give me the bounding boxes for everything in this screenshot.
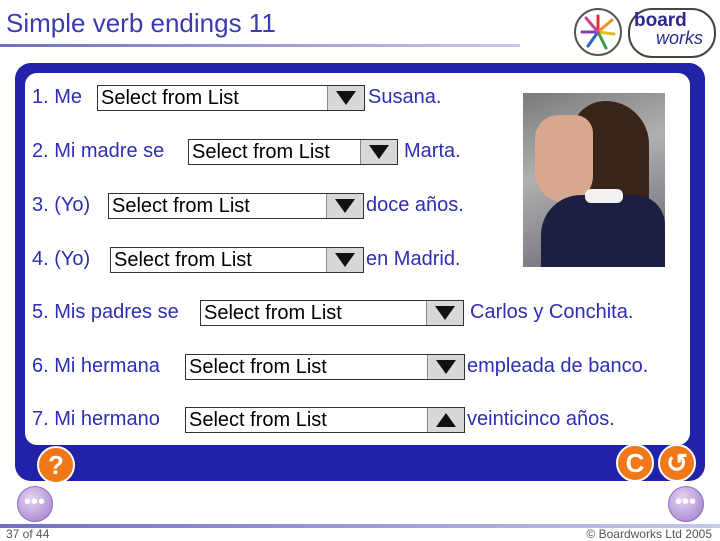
logo-text-works: works	[656, 28, 704, 48]
undo-button[interactable]: ↺	[658, 444, 696, 482]
dropdown-value: Select from List	[189, 409, 327, 431]
question-1-suffix: Susana.	[368, 86, 442, 108]
title-divider	[0, 44, 520, 47]
dropdown-value: Select from List	[189, 356, 327, 378]
boardworks-logo: board works	[572, 6, 716, 60]
page-number: 37 of 44	[6, 527, 50, 541]
dropdown-arrow-button[interactable]	[427, 355, 464, 379]
clear-button[interactable]: C	[616, 444, 654, 482]
triangle-down-icon	[335, 199, 355, 213]
next-slide-icon: •••	[675, 491, 697, 513]
question-6-suffix: empleada de banco.	[467, 355, 649, 377]
question-7-dropdown[interactable]: Select from List	[185, 407, 465, 433]
triangle-down-icon	[335, 253, 355, 267]
dropdown-value: Select from List	[192, 141, 330, 163]
dropdown-arrow-button[interactable]	[360, 140, 397, 164]
photo-collar	[585, 189, 623, 203]
triangle-down-icon	[435, 306, 455, 320]
pencils-logo-icon	[574, 8, 622, 56]
question-5-suffix: Carlos y Conchita.	[470, 301, 634, 323]
page-title: Simple verb endings 11	[6, 8, 276, 38]
dropdown-value: Select from List	[101, 87, 239, 109]
question-3-prefix: 3. (Yo)	[32, 194, 91, 216]
question-7-prefix: 7. Mi hermano	[32, 408, 160, 430]
photo-shoulders	[541, 195, 665, 267]
question-3-suffix: doce años.	[366, 194, 464, 216]
question-4-prefix: 4. (Yo)	[32, 248, 91, 270]
question-5-prefix: 5. Mis padres se	[32, 301, 179, 323]
question-4-dropdown[interactable]: Select from List	[110, 247, 364, 273]
dropdown-value: Select from List	[114, 249, 252, 271]
next-slide-button[interactable]: •••	[668, 486, 704, 522]
question-2-dropdown[interactable]: Select from List	[188, 139, 398, 165]
dropdown-arrow-button[interactable]	[427, 408, 464, 432]
copyright: © Boardworks Ltd 2005	[586, 527, 712, 541]
triangle-up-icon	[436, 413, 456, 427]
question-1-dropdown[interactable]: Select from List	[97, 85, 365, 111]
triangle-down-icon	[336, 91, 356, 105]
dropdown-value: Select from List	[204, 302, 342, 324]
triangle-down-icon	[369, 145, 389, 159]
previous-slide-button[interactable]: •••	[17, 486, 53, 522]
question-2-suffix: Marta.	[404, 140, 461, 162]
help-button[interactable]: ?	[37, 446, 75, 484]
triangle-down-icon	[436, 360, 456, 374]
previous-slide-icon: •••	[24, 491, 46, 513]
question-1-prefix: 1. Me	[32, 86, 83, 108]
question-6-prefix: 6. Mi hermana	[32, 355, 160, 377]
dropdown-arrow-button[interactable]	[326, 194, 363, 218]
girl-photo	[523, 93, 665, 267]
photo-face	[535, 115, 593, 203]
question-7-suffix: veinticinco años.	[467, 408, 615, 430]
dropdown-arrow-button[interactable]	[426, 301, 463, 325]
question-3-dropdown[interactable]: Select from List	[108, 193, 364, 219]
dropdown-value: Select from List	[112, 195, 250, 217]
question-5-dropdown[interactable]: Select from List	[200, 300, 464, 326]
question-4-suffix: en Madrid.	[366, 248, 461, 270]
dropdown-arrow-button[interactable]	[327, 86, 364, 110]
question-2-prefix: 2. Mi madre se	[32, 140, 165, 162]
question-6-dropdown[interactable]: Select from List	[185, 354, 465, 380]
dropdown-arrow-button[interactable]	[326, 248, 363, 272]
